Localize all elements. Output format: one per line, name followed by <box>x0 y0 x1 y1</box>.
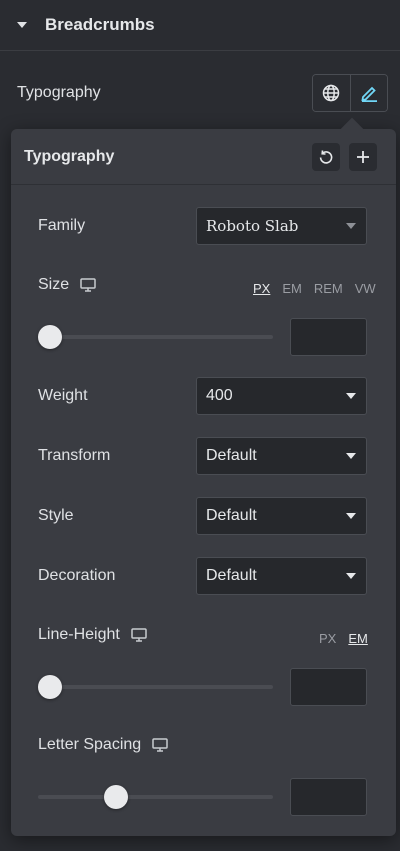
section-title: Breadcrumbs <box>45 15 155 34</box>
unit-em[interactable]: EM <box>282 281 302 296</box>
letter-spacing-input[interactable] <box>290 778 367 816</box>
plus-icon <box>357 151 369 163</box>
desktop-icon[interactable] <box>131 628 147 642</box>
add-button[interactable] <box>349 143 377 171</box>
letter-spacing-slider-handle[interactable] <box>103 785 128 809</box>
dropdown-arrow-icon <box>346 223 356 229</box>
letter-spacing-label: Letter Spacing <box>38 736 142 753</box>
popover-header: Typography <box>11 129 396 185</box>
unit-vw[interactable]: VW <box>355 281 376 296</box>
typography-popover: Typography Family Roboto Slab Size PX EM <box>11 117 396 836</box>
line-height-label-row: Line-Height <box>38 626 147 644</box>
line-height-unit-switcher: PX EM <box>307 631 368 646</box>
line-height-slider-handle[interactable] <box>38 675 62 699</box>
edit-button[interactable] <box>349 75 387 111</box>
weight-label: Weight <box>38 387 88 404</box>
dropdown-arrow-icon <box>346 573 356 579</box>
style-label: Style <box>38 507 74 524</box>
desktop-icon[interactable] <box>80 278 96 292</box>
family-select[interactable]: Roboto Slab <box>196 207 367 245</box>
decoration-label: Decoration <box>38 567 116 584</box>
dropdown-arrow-icon <box>346 513 356 519</box>
pencil-icon <box>361 86 377 102</box>
transform-select[interactable]: Default <box>196 437 367 475</box>
desktop-icon[interactable] <box>152 738 168 752</box>
dropdown-arrow-icon <box>346 393 356 399</box>
weight-select[interactable]: 400 <box>196 377 367 415</box>
size-slider[interactable] <box>38 325 273 349</box>
reset-button[interactable] <box>312 143 340 171</box>
decoration-value: Default <box>206 567 257 584</box>
dropdown-arrow-icon <box>346 453 356 459</box>
unit-em[interactable]: EM <box>348 631 368 646</box>
style-value: Default <box>206 507 257 524</box>
unit-px[interactable]: PX <box>319 631 336 646</box>
transform-label: Transform <box>38 447 111 464</box>
line-height-slider[interactable] <box>38 675 273 699</box>
family-value: Roboto Slab <box>206 217 299 235</box>
letter-spacing-slider[interactable] <box>38 785 273 809</box>
reset-icon <box>319 150 333 164</box>
size-unit-switcher: PX EM REM VW <box>241 281 376 296</box>
globe-icon <box>323 84 340 102</box>
line-height-label: Line-Height <box>38 626 120 643</box>
size-label: Size <box>38 276 70 293</box>
transform-value: Default <box>206 447 257 464</box>
typography-button-group <box>312 74 388 112</box>
family-label: Family <box>38 217 86 234</box>
size-slider-handle[interactable] <box>38 325 62 349</box>
weight-value: 400 <box>206 387 233 404</box>
line-height-input[interactable] <box>290 668 367 706</box>
section-header-breadcrumbs[interactable]: Breadcrumbs <box>0 0 400 51</box>
size-label-row: Size <box>38 276 96 294</box>
style-select[interactable]: Default <box>196 497 367 535</box>
letter-spacing-label-row: Letter Spacing <box>38 736 168 754</box>
typography-label: Typography <box>17 84 101 101</box>
unit-rem[interactable]: REM <box>314 281 343 296</box>
caret-down-icon <box>17 22 27 28</box>
decoration-select[interactable]: Default <box>196 557 367 595</box>
size-input[interactable] <box>290 318 367 356</box>
popover-title: Typography <box>24 148 115 165</box>
unit-px[interactable]: PX <box>253 281 270 296</box>
global-button[interactable] <box>313 75 350 111</box>
